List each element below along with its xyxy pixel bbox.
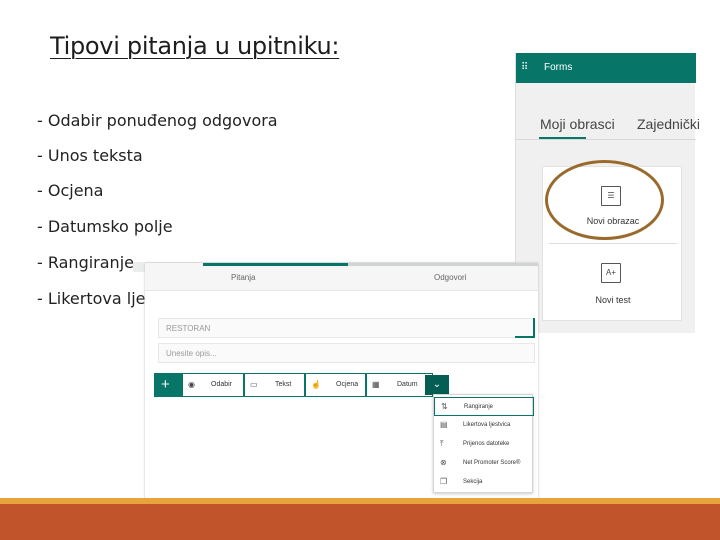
nps-icon: ⊗ <box>440 458 447 467</box>
editor-tabs: Pitanja Odgovori <box>145 263 538 291</box>
bullet-ranking: - Rangiranje <box>37 253 134 272</box>
menu-item-label: Sekcija <box>463 479 483 485</box>
bullet-choice: - Odabir ponuđenog odgovora <box>37 111 278 130</box>
bullet-date: - Datumsko polje <box>37 217 173 236</box>
date-label: Datum <box>397 381 418 388</box>
description-placeholder: Unesite opis... <box>166 349 217 358</box>
menu-item-nps[interactable]: ⊗ Net Promoter Score® <box>434 454 534 473</box>
tab-my-forms[interactable]: Moji obrasci <box>540 116 615 132</box>
app-launcher-icon[interactable]: ⠿ <box>521 62 531 74</box>
menu-item-label: Likertova ljestvica <box>463 422 511 428</box>
more-types-chevron-icon[interactable]: ⌄ <box>425 375 449 395</box>
active-editor-tab-indicator <box>203 263 348 266</box>
date-button[interactable]: ▦ Datum <box>366 373 433 397</box>
tab-questions[interactable]: Pitanja <box>231 273 255 282</box>
text-icon: ▭ <box>250 380 258 389</box>
rating-button[interactable]: ☝ Ocjena <box>305 373 366 397</box>
bullet-text: - Unos teksta <box>37 146 143 165</box>
forms-app-name[interactable]: Forms <box>544 62 572 73</box>
text-button[interactable]: ▭ Tekst <box>244 373 305 397</box>
menu-item-likert[interactable]: ▤ Likertova ljestvica <box>434 416 534 435</box>
menu-item-upload[interactable]: ⤒ Prijenos datoteke <box>434 435 534 454</box>
tab-responses[interactable]: Odgovori <box>434 273 466 282</box>
inactive-tab-bar <box>348 263 538 266</box>
menu-item-ranking[interactable]: ⇅ Rangiranje <box>434 397 534 416</box>
tab-shared[interactable]: Zajednički <box>637 116 700 132</box>
menu-item-label: Prijenos datoteke <box>463 441 510 447</box>
question-type-toolbar: + ◉ Odabir ▭ Tekst ☝ Ocjena ▦ Datum <box>154 373 433 397</box>
form-title-text: RESTORAN <box>166 324 211 333</box>
title-field-accent <box>515 318 535 338</box>
thumbs-up-icon: ☝ <box>311 380 321 389</box>
ranking-icon: ⇅ <box>441 402 448 411</box>
radio-icon: ◉ <box>188 380 195 389</box>
likert-icon: ▤ <box>440 420 448 429</box>
form-title-field[interactable]: RESTORAN <box>158 318 535 338</box>
section-icon: ❐ <box>440 477 448 486</box>
rating-label: Ocjena <box>336 381 359 388</box>
slide-footer <box>0 504 720 540</box>
menu-item-section[interactable]: ❐ Sekcija <box>434 473 534 492</box>
choice-button[interactable]: ◉ Odabir <box>182 373 244 397</box>
more-types-dropdown: ⇅ Rangiranje ▤ Likertova ljestvica ⤒ Pri… <box>433 394 534 493</box>
bullet-rating: - Ocjena <box>37 181 104 200</box>
menu-item-label: Rangiranje <box>464 404 494 410</box>
forms-top-bar: ⠿ Forms <box>516 53 696 83</box>
text-label: Tekst <box>275 381 292 388</box>
new-quiz-button[interactable]: Novi test <box>543 295 683 305</box>
highlight-ring <box>545 160 664 240</box>
upload-icon: ⤒ <box>440 439 444 448</box>
calendar-icon: ▦ <box>372 380 380 389</box>
menu-item-label: Net Promoter Score® <box>463 460 521 466</box>
form-editor: Pitanja Odgovori RESTORAN Unesite opis..… <box>145 263 538 507</box>
tab-divider <box>516 139 696 140</box>
new-quiz-icon[interactable]: A+ <box>601 263 621 283</box>
add-question-icon[interactable]: + <box>161 376 170 393</box>
slide-title: Tipovi pitanja u upitniku: <box>50 32 340 60</box>
form-description-field[interactable]: Unesite opis... <box>158 343 535 363</box>
choice-label: Odabir <box>211 381 233 388</box>
card-divider <box>549 243 677 244</box>
